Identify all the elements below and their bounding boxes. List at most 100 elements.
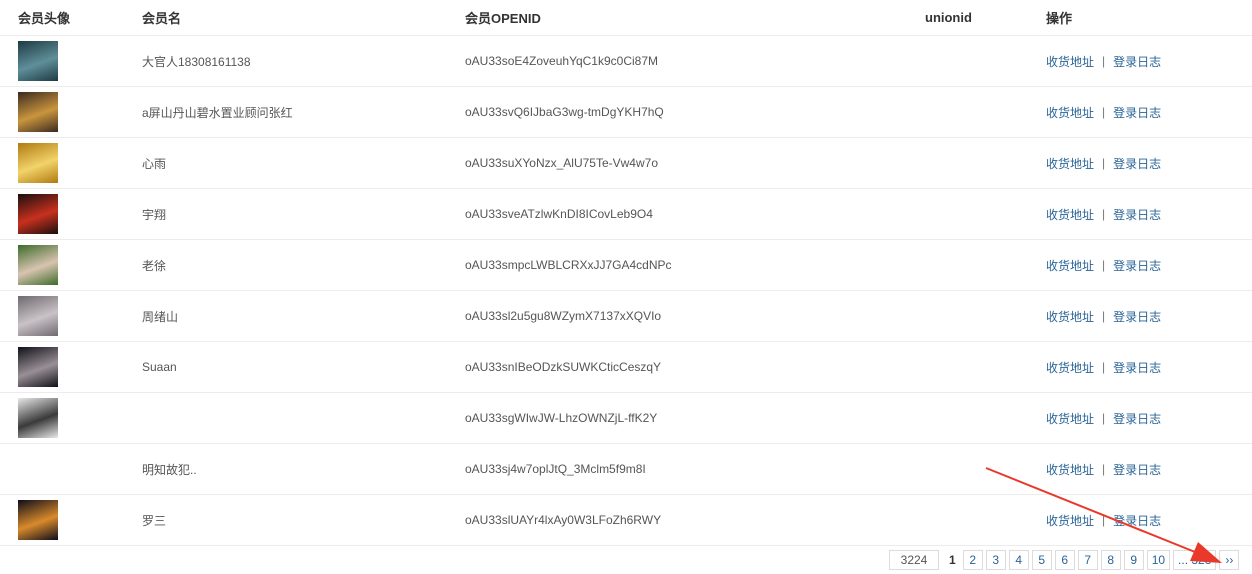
table-row: oAU33sgWIwJW-LhzOWNZjL-ffK2Y 收货地址 | 登录日志 [0, 393, 1252, 444]
action-separator: | [1102, 411, 1106, 425]
login-log-link[interactable]: 登录日志 [1113, 512, 1161, 529]
member-openid: oAU33smpcLWBLCRXxJJ7GA4cdNPc [465, 258, 672, 272]
page-link[interactable]: 6 [1054, 550, 1075, 570]
table-row: Suaan oAU33snIBeODzkSUWKCticCeszqY 收货地址 | 登录… [0, 342, 1252, 393]
action-separator: | [1102, 207, 1106, 221]
address-link[interactable]: 收货地址 [1046, 257, 1094, 274]
login-log-link[interactable]: 登录日志 [1113, 308, 1161, 325]
member-openid: oAU33snIBeODzkSUWKCticCeszqY [465, 360, 662, 374]
action-separator: | [1102, 462, 1106, 476]
table-row: 心雨 oAU33suXYoNzx_AlU75Te-Vw4w7o 收货地址 | 登录日志 [0, 138, 1252, 189]
header-openid: 会员OPENID [465, 11, 541, 26]
avatar [18, 245, 58, 285]
login-log-link[interactable]: 登录日志 [1113, 206, 1161, 223]
page-link[interactable]: 7 [1077, 550, 1098, 570]
member-openid: oAU33sgWIwJW-LhzOWNZjL-ffK2Y [465, 411, 658, 425]
table-row: a屏山丹山碧水置业顾问张红 oAU33svQ6IJbaG3wg-tmDgYKH7h… [0, 87, 1252, 138]
avatar [18, 143, 58, 183]
table-header: 会员头像 会员名 会员OPENID unionid 操作 [0, 0, 1252, 36]
avatar-cell [18, 240, 58, 290]
avatar [18, 41, 58, 81]
table-row: 老徐 oAU33smpcLWBLCRXxJJ7GA4cdNPc 收货地址 | 登录日志 [0, 240, 1252, 291]
address-link[interactable]: 收货地址 [1046, 512, 1094, 529]
member-name: Suaan [142, 360, 177, 374]
action-separator: | [1102, 156, 1106, 170]
address-link[interactable]: 收货地址 [1046, 155, 1094, 172]
row-actions: 收货地址 | 登录日志 [1046, 393, 1161, 443]
row-actions: 收货地址 | 登录日志 [1046, 189, 1161, 239]
table-row: 宇翔 oAU33sveATzlwKnDI8ICovLeb9O4 收货地址 | 登录日志 [0, 189, 1252, 240]
login-log-link[interactable]: 登录日志 [1113, 53, 1161, 70]
avatar [18, 194, 58, 234]
page-link[interactable]: 4 [1008, 550, 1029, 570]
member-openid: oAU33sj4w7oplJtQ_3Mclm5f9m8I [465, 462, 646, 476]
address-link[interactable]: 收货地址 [1046, 206, 1094, 223]
avatar [18, 347, 58, 387]
member-openid: oAU33soE4ZoveuhYqC1k9c0Ci87M [465, 54, 659, 68]
login-log-link[interactable]: 登录日志 [1113, 104, 1161, 121]
avatar [18, 500, 58, 540]
member-table: 会员头像 会员名 会员OPENID unionid 操作 大官人18308161… [0, 0, 1252, 546]
member-name: 周绪山 [142, 309, 179, 324]
action-separator: | [1102, 513, 1106, 527]
next-page-button[interactable]: ›› [1219, 550, 1240, 570]
avatar-cell [18, 138, 58, 188]
row-actions: 收货地址 | 登录日志 [1046, 87, 1161, 137]
address-link[interactable]: 收货地址 [1046, 359, 1094, 376]
table-row: 明知故犯.. oAU33sj4w7oplJtQ_3Mclm5f9m8I 收货地址 | 登… [0, 444, 1252, 495]
page-link[interactable]: 3 [985, 550, 1006, 570]
row-actions: 收货地址 | 登录日志 [1046, 444, 1161, 494]
member-name: a屏山丹山碧水置业顾问张红 [142, 105, 293, 120]
login-log-link[interactable]: 登录日志 [1113, 155, 1161, 172]
page-links: 2 3 4 5 6 7 8 9 10 [962, 550, 1173, 570]
member-name: 大官人18308161138 [142, 54, 251, 69]
page-link[interactable]: 2 [962, 550, 983, 570]
page-link[interactable]: 8 [1100, 550, 1121, 570]
page-link[interactable]: 9 [1123, 550, 1144, 570]
address-link[interactable]: 收货地址 [1046, 308, 1094, 325]
avatar-cell [18, 36, 58, 86]
total-count: 3224 [889, 550, 939, 570]
page-link[interactable]: 10 [1146, 550, 1171, 570]
row-actions: 收货地址 | 登录日志 [1046, 138, 1161, 188]
row-actions: 收货地址 | 登录日志 [1046, 342, 1161, 392]
member-openid: oAU33sveATzlwKnDI8ICovLeb9O4 [465, 207, 653, 221]
avatar-cell [18, 495, 58, 545]
table-body: 大官人18308161138 oAU33soE4ZoveuhYqC1k9c0Ci8… [0, 36, 1252, 546]
last-page-link[interactable]: ... 323 [1173, 550, 1217, 570]
avatar-cell [18, 342, 58, 392]
avatar [18, 398, 58, 438]
member-name: 老徐 [142, 258, 167, 273]
page-link[interactable]: 5 [1031, 550, 1052, 570]
action-separator: | [1102, 360, 1106, 374]
login-log-link[interactable]: 登录日志 [1113, 257, 1161, 274]
avatar [18, 296, 58, 336]
avatar-cell [18, 393, 58, 443]
header-ops: 操作 [1046, 11, 1073, 26]
avatar-cell [18, 87, 58, 137]
action-separator: | [1102, 309, 1106, 323]
header-unionid: unionid [925, 10, 972, 25]
address-link[interactable]: 收货地址 [1046, 104, 1094, 121]
login-log-link[interactable]: 登录日志 [1113, 410, 1161, 427]
table-row: 大官人18308161138 oAU33soE4ZoveuhYqC1k9c0Ci8… [0, 36, 1252, 87]
member-openid: oAU33suXYoNzx_AlU75Te-Vw4w7o [465, 156, 658, 170]
row-actions: 收货地址 | 登录日志 [1046, 240, 1161, 290]
table-row: 罗三 oAU33slUAYr4lxAy0W3LFoZh6RWY 收货地址 | 登录日志 [0, 495, 1252, 546]
address-link[interactable]: 收货地址 [1046, 53, 1094, 70]
member-name: 罗三 [142, 513, 167, 528]
current-page: 1 [945, 550, 960, 570]
pagination: 3224 1 2 3 4 5 6 7 8 9 10 ... 323 ›› [889, 549, 1242, 571]
login-log-link[interactable]: 登录日志 [1113, 359, 1161, 376]
member-name: 宇翔 [142, 207, 167, 222]
address-link[interactable]: 收货地址 [1046, 410, 1094, 427]
member-name: 明知故犯.. [142, 462, 197, 477]
row-actions: 收货地址 | 登录日志 [1046, 495, 1161, 545]
login-log-link[interactable]: 登录日志 [1113, 461, 1161, 478]
address-link[interactable]: 收货地址 [1046, 461, 1094, 478]
row-actions: 收货地址 | 登录日志 [1046, 36, 1161, 86]
member-name: 心雨 [142, 156, 167, 171]
action-separator: | [1102, 105, 1106, 119]
member-openid: oAU33svQ6IJbaG3wg-tmDgYKH7hQ [465, 105, 664, 119]
avatar [18, 92, 58, 132]
